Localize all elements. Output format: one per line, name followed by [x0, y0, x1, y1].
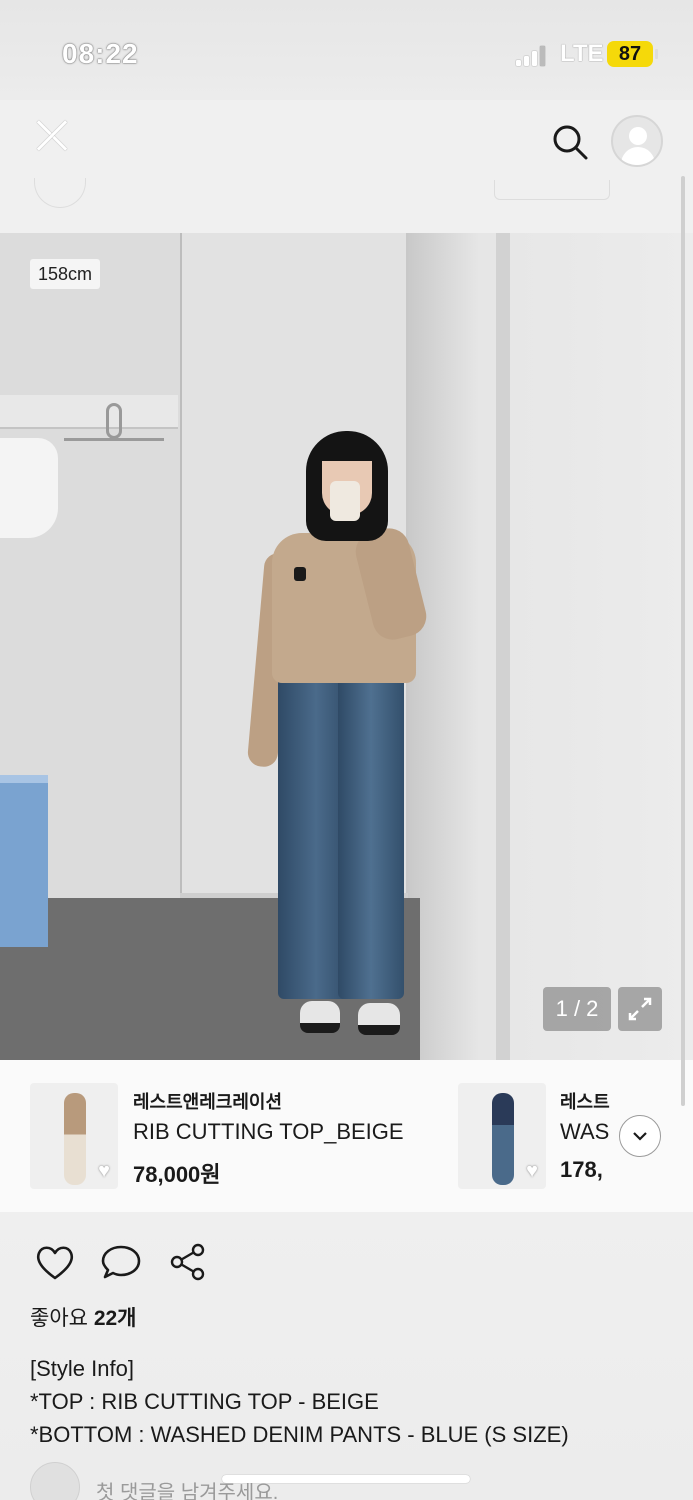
- like-count[interactable]: 좋아요 22개: [30, 1302, 137, 1332]
- search-icon: [553, 125, 588, 160]
- product-brand[interactable]: 레스트앤레크레이션: [133, 1088, 282, 1114]
- status-bar: 08:22 LTE 87: [0, 0, 693, 100]
- post-caption: [Style Info] *TOP : RIB CUTTING TOP - BE…: [30, 1356, 569, 1447]
- share-button[interactable]: [166, 1240, 210, 1284]
- expand-button[interactable]: [618, 987, 662, 1031]
- expand-icon: [628, 997, 652, 1021]
- network-type: LTE: [560, 40, 604, 67]
- product-brand[interactable]: 레스트: [560, 1088, 610, 1114]
- heart-icon: [36, 1246, 74, 1280]
- follow-button[interactable]: [494, 180, 610, 200]
- profile-avatar-button[interactable]: [611, 115, 663, 167]
- expand-products-button[interactable]: [619, 1115, 661, 1157]
- battery-icon: 87: [607, 41, 658, 67]
- author-avatar[interactable]: [34, 178, 86, 208]
- speech-bubble-icon: [101, 1245, 141, 1279]
- product-thumbnail[interactable]: ♥: [30, 1083, 118, 1189]
- share-icon: [170, 1243, 205, 1281]
- cellular-signal-icon: [516, 46, 545, 66]
- product-name[interactable]: RIB CUTTING TOP_BEIGE: [133, 1119, 404, 1145]
- product-price: 178,: [560, 1157, 603, 1182]
- model-height-badge: 158cm: [30, 259, 101, 289]
- like-button[interactable]: [33, 1240, 77, 1284]
- post-actions-section: 좋아요 22개 [Style Info] *TOP : RIB CUTTING …: [0, 1212, 693, 1500]
- likes-count: 22개: [93, 1307, 137, 1330]
- tagged-products-carousel[interactable]: ♥ 레스트앤레크레이션 RIB CUTTING TOP_BEIGE 78,000…: [0, 1060, 693, 1212]
- comment-button[interactable]: [99, 1240, 143, 1284]
- product-name[interactable]: WAS: [560, 1119, 609, 1145]
- wishlist-heart-icon[interactable]: ♥: [526, 1160, 538, 1183]
- post-photo[interactable]: 158cm 1 / 2: [0, 233, 693, 1060]
- product-item-partial[interactable]: 레스트 WAS 178,: [560, 1060, 612, 1212]
- likes-label: 좋아요: [30, 1307, 88, 1330]
- top-nav-bar: [0, 100, 693, 233]
- chevron-down-icon: [632, 1131, 647, 1141]
- home-indicator[interactable]: [222, 1475, 470, 1483]
- product-price: 78,000원: [133, 1162, 221, 1187]
- scrollbar[interactable]: [681, 176, 685, 1106]
- close-button[interactable]: [30, 114, 74, 158]
- search-button[interactable]: [548, 120, 592, 164]
- image-page-counter: 1 / 2: [543, 987, 611, 1031]
- status-time: 08:22: [62, 38, 139, 69]
- wishlist-heart-icon[interactable]: ♥: [98, 1160, 110, 1183]
- product-thumbnail[interactable]: ♥: [458, 1083, 546, 1189]
